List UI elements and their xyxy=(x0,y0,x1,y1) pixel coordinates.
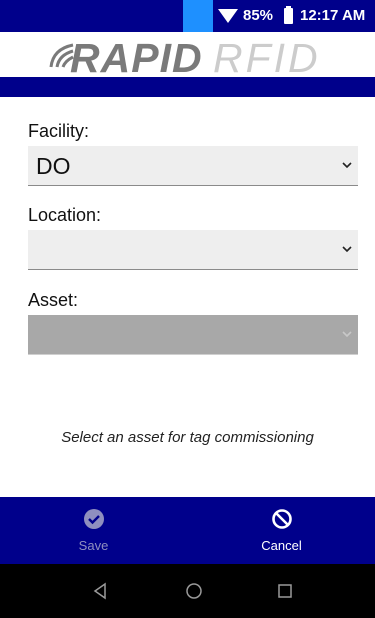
logo-text-rapid: RAPID xyxy=(70,35,203,81)
location-label: Location: xyxy=(28,205,102,225)
asset-select[interactable] xyxy=(28,315,358,355)
action-bar: Save Cancel xyxy=(0,497,375,564)
location-select[interactable] xyxy=(28,230,358,270)
status-clock: 12:17 AM xyxy=(300,7,366,24)
recents-icon[interactable] xyxy=(276,582,294,600)
status-bar: 85% 12:17 AM xyxy=(0,0,375,32)
battery-icon xyxy=(284,6,293,24)
save-label: Save xyxy=(78,538,109,553)
battery-percent: 85% xyxy=(243,7,274,24)
chevron-down-icon xyxy=(342,246,352,253)
back-icon[interactable] xyxy=(91,582,109,600)
cancel-icon xyxy=(271,509,292,529)
home-icon[interactable] xyxy=(185,582,203,600)
logo-text-rfid: RFID xyxy=(213,35,321,81)
save-button[interactable]: Save xyxy=(0,497,187,564)
cancel-button[interactable]: Cancel xyxy=(188,497,375,564)
header-band xyxy=(0,77,375,97)
app-logo: RAPID RFID xyxy=(0,32,375,81)
cancel-label: Cancel xyxy=(261,538,302,553)
facility-select[interactable]: DO xyxy=(28,146,358,186)
chevron-down-icon xyxy=(342,331,352,338)
check-circle-icon xyxy=(83,509,104,529)
asset-label: Asset: xyxy=(28,290,79,310)
facility-label: Facility: xyxy=(28,121,90,141)
wifi-icon xyxy=(218,9,238,23)
asset-hint-text: Select an asset for tag commissioning xyxy=(61,429,314,446)
facility-value: DO xyxy=(36,153,71,179)
system-nav-bar xyxy=(0,564,375,618)
chevron-down-icon xyxy=(342,162,352,169)
status-accent-block xyxy=(183,0,213,32)
